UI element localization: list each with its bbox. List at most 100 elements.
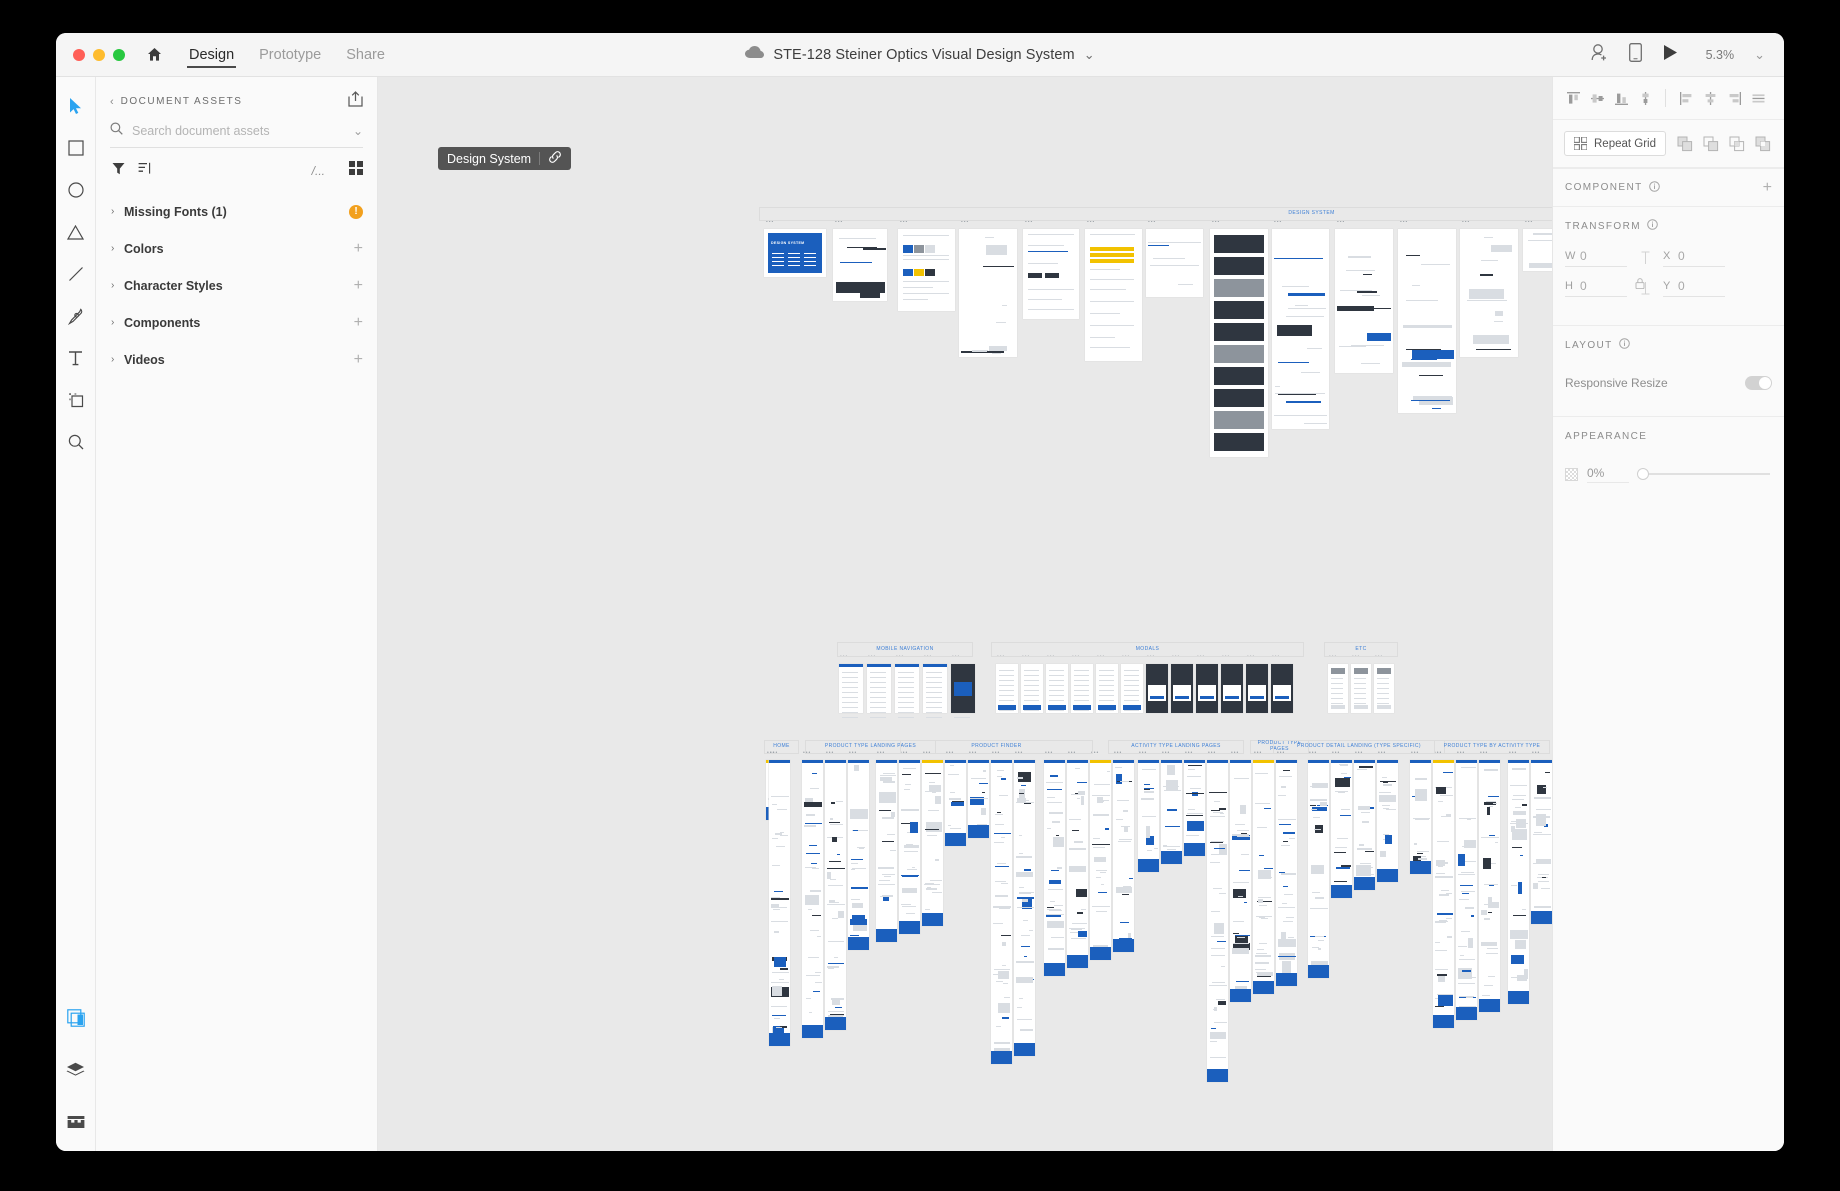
assets-panel-toggle[interactable]: [61, 1003, 91, 1033]
pen-tool[interactable]: [61, 301, 91, 331]
intersect-shape-icon[interactable]: [1727, 134, 1747, 154]
artboard[interactable]: [876, 760, 897, 942]
info-icon[interactable]: [1619, 336, 1630, 354]
width-field[interactable]: W 0: [1565, 249, 1627, 267]
artboard[interactable]: [1433, 760, 1454, 1028]
artboard[interactable]: [899, 760, 920, 934]
group-label[interactable]: HOME: [764, 740, 799, 754]
filter-icon[interactable]: [112, 162, 125, 180]
selection-name-tooltip[interactable]: Design System: [438, 147, 571, 170]
artboard[interactable]: [951, 664, 975, 713]
artboard[interactable]: [1138, 760, 1159, 872]
artboard[interactable]: [1184, 760, 1205, 856]
artboard[interactable]: [1374, 664, 1394, 713]
rectangle-tool[interactable]: [61, 133, 91, 163]
artboard[interactable]: [922, 760, 943, 926]
artboard[interactable]: [996, 664, 1018, 713]
assets-back-chevron-icon[interactable]: ‹: [110, 96, 114, 108]
artboard[interactable]: [959, 229, 1017, 357]
artboard[interactable]: [1196, 664, 1218, 713]
artboard[interactable]: [1508, 760, 1529, 1004]
artboard[interactable]: [1113, 760, 1134, 952]
artboard[interactable]: [1146, 229, 1203, 297]
artboard[interactable]: [895, 664, 919, 713]
text-view-icon[interactable]: /...: [312, 164, 325, 178]
zoom-tool[interactable]: [61, 427, 91, 457]
artboard[interactable]: [1221, 664, 1243, 713]
artboard[interactable]: [968, 760, 989, 838]
distribute-vertical-icon[interactable]: [1748, 88, 1768, 108]
artboard[interactable]: [839, 664, 863, 713]
sort-icon[interactable]: [138, 162, 152, 180]
plugins-panel-toggle[interactable]: [61, 1107, 91, 1137]
sidebar-item-videos[interactable]: › Videos +: [96, 344, 377, 375]
info-icon[interactable]: [1647, 217, 1658, 235]
design-canvas[interactable]: Design System •••DESIGN SYSTEM••••••••••…: [378, 77, 1552, 1151]
sidebar-item-colors[interactable]: › Colors +: [96, 233, 377, 264]
align-right-icon[interactable]: [1724, 88, 1744, 108]
tab-prototype[interactable]: Prototype: [259, 33, 321, 77]
align-vertical-center-icon[interactable]: [1587, 88, 1607, 108]
zoom-level-value[interactable]: 5.3%: [1698, 48, 1734, 62]
opacity-slider-knob[interactable]: [1637, 468, 1649, 480]
artboard[interactable]: [1210, 229, 1268, 457]
align-horizontal-center-icon[interactable]: [1635, 88, 1655, 108]
select-tool[interactable]: [61, 91, 91, 121]
line-tool[interactable]: [61, 259, 91, 289]
x-field[interactable]: X 0: [1663, 249, 1725, 267]
subtract-shape-icon[interactable]: [1701, 134, 1721, 154]
add-component-button[interactable]: +: [1763, 180, 1772, 196]
artboard[interactable]: [991, 760, 1012, 1064]
title-chevron-down-icon[interactable]: ⌄: [1084, 47, 1095, 63]
link-icon[interactable]: [548, 150, 562, 167]
artboard[interactable]: [898, 229, 955, 311]
height-field[interactable]: H 0: [1565, 279, 1627, 297]
artboard[interactable]: DESIGN SYSTEM: [764, 229, 826, 277]
search-chevron-down-icon[interactable]: ⌄: [353, 124, 363, 138]
artboard[interactable]: [848, 760, 869, 950]
maximize-window-button[interactable]: [113, 49, 125, 61]
add-component-icon[interactable]: +: [354, 315, 363, 331]
tab-design[interactable]: Design: [189, 33, 234, 77]
mobile-preview-icon[interactable]: [1629, 43, 1642, 67]
artboard[interactable]: [1171, 664, 1193, 713]
repeat-grid-button[interactable]: Repeat Grid: [1564, 131, 1666, 156]
group-label[interactable]: ETC: [1324, 642, 1398, 657]
responsive-resize-toggle[interactable]: [1745, 376, 1772, 390]
minimize-window-button[interactable]: [93, 49, 105, 61]
artboard[interactable]: [1328, 664, 1348, 713]
info-icon[interactable]: [1649, 179, 1660, 197]
add-color-icon[interactable]: +: [354, 241, 363, 257]
artboard-tool[interactable]: [61, 385, 91, 415]
group-label[interactable]: DESIGN SYSTEM: [759, 207, 1552, 221]
artboard[interactable]: [1523, 229, 1552, 271]
artboard[interactable]: [1351, 664, 1371, 713]
export-icon[interactable]: [348, 91, 363, 112]
artboard[interactable]: [1067, 760, 1088, 968]
group-label[interactable]: MOBILE NAVIGATION: [837, 642, 973, 657]
artboard[interactable]: [1531, 760, 1552, 924]
play-icon[interactable]: [1662, 44, 1678, 66]
align-left-icon[interactable]: [1676, 88, 1696, 108]
artboard[interactable]: [1253, 760, 1274, 994]
artboard[interactable]: [1161, 760, 1182, 864]
sidebar-item-character-styles[interactable]: › Character Styles +: [96, 270, 377, 301]
home-icon[interactable]: [146, 46, 163, 63]
sidebar-item-components[interactable]: › Components +: [96, 307, 377, 338]
grid-view-icon[interactable]: [349, 161, 363, 180]
artboard[interactable]: [1410, 760, 1431, 874]
zoom-chevron-down-icon[interactable]: ⌄: [1754, 47, 1765, 63]
group-label[interactable]: ACTIVITY TYPE LANDING PAGES: [1108, 740, 1244, 754]
artboard[interactable]: [802, 760, 823, 1038]
artboard[interactable]: [1308, 760, 1329, 978]
group-label[interactable]: PRODUCT DETAIL LANDING (TYPE SPECIFIC): [1273, 740, 1445, 754]
ellipse-tool[interactable]: [61, 175, 91, 205]
artboard[interactable]: [1023, 229, 1079, 319]
y-field[interactable]: Y 0: [1663, 279, 1725, 297]
artboard[interactable]: [1230, 760, 1251, 1002]
opacity-slider[interactable]: [1638, 473, 1770, 475]
artboard[interactable]: [1071, 664, 1093, 713]
tab-share[interactable]: Share: [346, 33, 385, 77]
artboard[interactable]: [825, 760, 846, 1030]
artboard[interactable]: [1479, 760, 1500, 1012]
